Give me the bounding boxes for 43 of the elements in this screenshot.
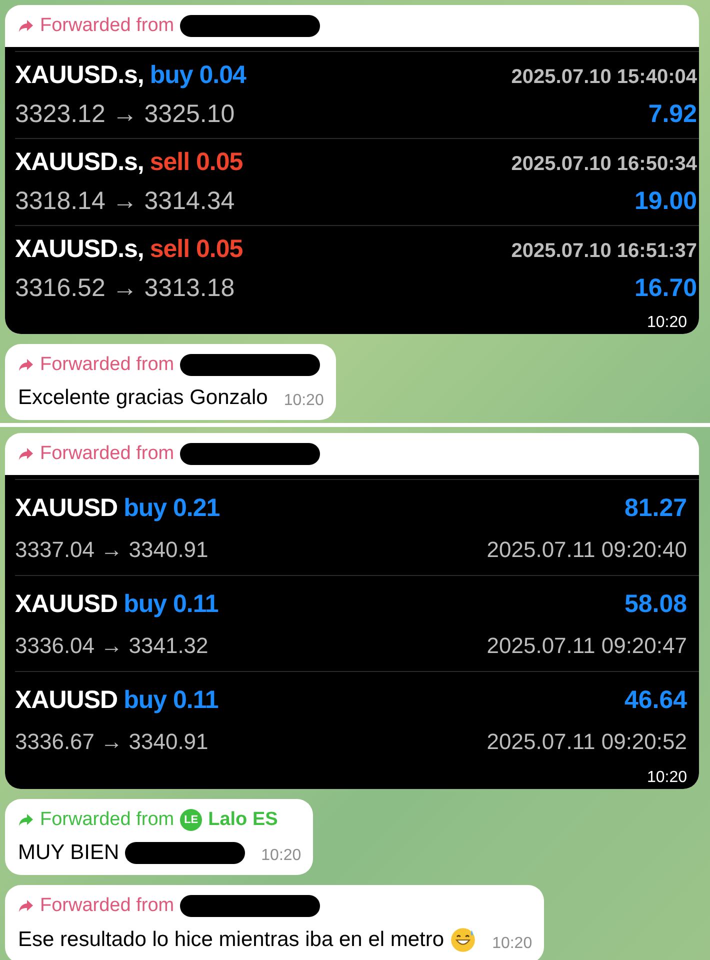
trade-date: 2025.07.11 09:20:52	[486, 729, 687, 755]
trade-history-screenshot[interactable]: XAUUSD buy 0.21 81.27 3337.04 → 3340.91 2025.07.11 09:20:40 XAUUSD buy 0.11 58.08 3336.04 → 3341.32 2025.07.11 09:20:47 XAUUSD buy 0.11 46.64 3336.67 → 3340.91 2025.07.11 09:20:52 10:20	[5, 475, 699, 789]
trade-profit: 58.08	[624, 590, 687, 619]
trade-symbol: XAUUSD.s,	[15, 235, 144, 264]
trade-prices: 3316.52 → 3313.18	[15, 274, 235, 303]
message-time: 10:20	[492, 935, 532, 953]
message-text: Ese resultado lo hice mientras iba en el metro	[18, 928, 444, 952]
trade-date: 2025.07.10 16:50:34	[511, 153, 697, 176]
trade-prices: 3336.04 → 3341.32	[15, 633, 208, 659]
trade-symbol: XAUUSD.s,	[15, 61, 144, 90]
trade-profit: 16.70	[634, 274, 697, 303]
trade-side: buy 0.11	[124, 590, 218, 619]
forwarded-label: Forwarded from	[40, 443, 174, 465]
trade-side: buy 0.21	[124, 494, 220, 523]
trade-date: 2025.07.10 15:40:04	[511, 66, 697, 89]
trade-history-screenshot[interactable]: XAUUSD.s, buy 0.04 2025.07.10 15:40:04 3323.12 → 3325.10 7.92 XAUUSD.s, sell 0.05 2025.07.10 16:50:34 3318.14 → 3314.34 19.00 XAUUSD.s, sell 0.05 2025.07.10 16:51:37 3316.52 → 3313.18 16.70 10:20	[5, 47, 699, 334]
trade-profit: 46.64	[624, 686, 687, 715]
message-time: 10:20	[261, 847, 302, 865]
trade-profit: 81.27	[624, 494, 687, 523]
trade-side: buy 0.04	[150, 61, 246, 90]
trade-side: sell 0.05	[150, 235, 243, 264]
trade-symbol: XAUUSD	[15, 590, 118, 619]
message-time: 10:20	[284, 392, 324, 410]
trade-date: 2025.07.11 09:20:47	[486, 633, 687, 659]
forwarded-label: Forwarded from	[40, 895, 174, 917]
trade-date: 2025.07.10 16:51:37	[511, 240, 697, 263]
trade-prices: 3337.04 → 3340.91	[15, 537, 208, 563]
trade-prices: 3323.12 → 3325.10	[15, 100, 235, 129]
message-text: Excelente gracias Gonzalo	[18, 386, 268, 410]
trade-symbol: XAUUSD.s,	[15, 148, 144, 177]
trade-prices: 3336.67 → 3340.91	[15, 729, 208, 755]
trade-symbol: XAUUSD	[15, 686, 118, 715]
forwarded-label: Forwarded from	[40, 15, 174, 37]
trade-symbol: XAUUSD	[15, 494, 118, 523]
trade-side: sell 0.05	[150, 148, 243, 177]
trade-date: 2025.07.11 09:20:40	[486, 537, 687, 563]
message-text: MUY BIEN	[18, 841, 120, 865]
trade-profit: 19.00	[634, 187, 697, 216]
trade-side: buy 0.11	[124, 686, 218, 715]
trade-prices: 3318.14 → 3314.34	[15, 187, 235, 216]
forwarded-label: Forwarded from	[40, 809, 174, 831]
forwarded-label: Forwarded from	[40, 354, 174, 376]
trade-profit: 7.92	[648, 100, 697, 129]
